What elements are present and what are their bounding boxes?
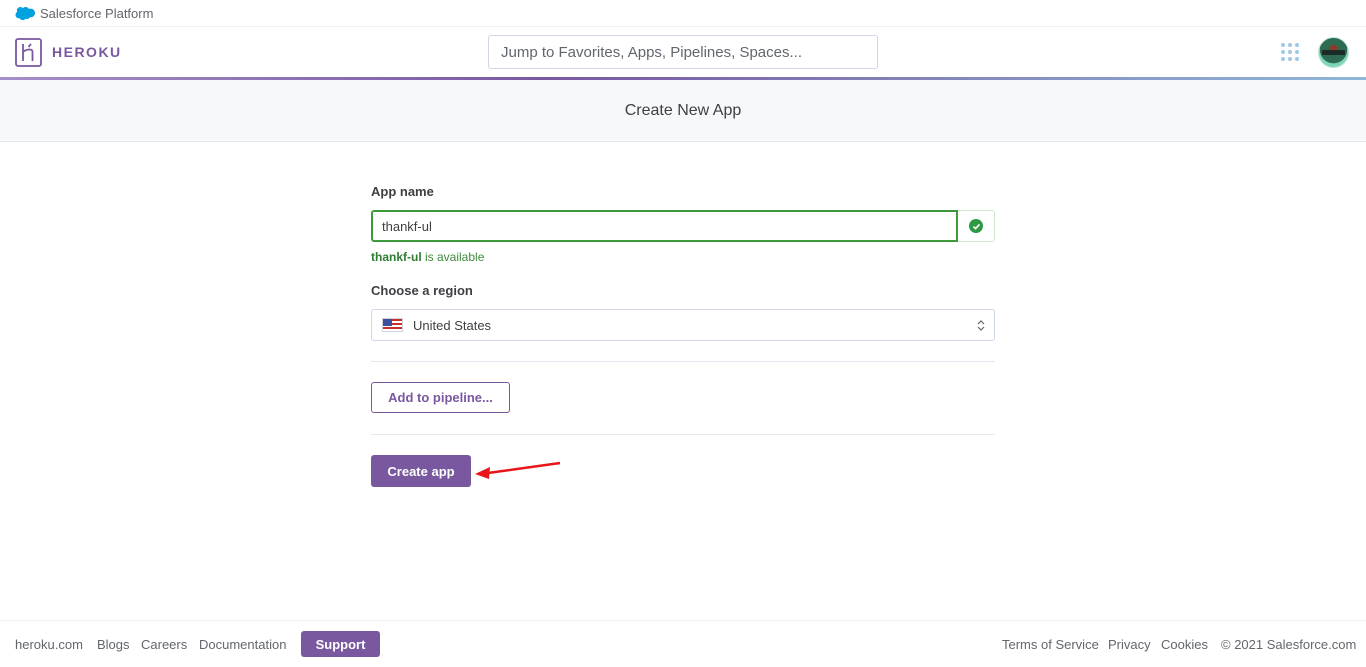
availability-message: thankf-ul is available: [371, 250, 484, 264]
app-name-field: [371, 210, 995, 242]
salesforce-cloud-icon: [15, 7, 35, 20]
red-arrow-annotation-icon: [475, 461, 561, 479]
availability-indicator: [958, 210, 995, 242]
footer-link-terms[interactable]: Terms of Service: [1002, 637, 1099, 652]
us-flag-icon: [382, 318, 403, 332]
region-select[interactable]: United States: [371, 309, 995, 341]
avatar[interactable]: [1318, 37, 1349, 68]
check-circle-icon: [969, 219, 983, 233]
select-updown-icon: [977, 320, 985, 331]
page-title: Create New App: [624, 101, 742, 119]
app-name-label: App name: [371, 184, 434, 199]
availability-app-name: thankf-ul: [371, 250, 422, 264]
page-title-band: Create New App: [0, 80, 1366, 142]
salesforce-platform-label: Salesforce Platform: [40, 5, 154, 21]
footer-link-privacy[interactable]: Privacy: [1108, 637, 1151, 652]
app-name-input[interactable]: [371, 210, 958, 242]
footer-link-careers[interactable]: Careers: [141, 637, 187, 652]
footer-link-heroku[interactable]: heroku.com: [15, 637, 83, 652]
salesforce-bar: Salesforce Platform: [0, 0, 1366, 27]
footer-link-blogs[interactable]: Blogs: [97, 637, 130, 652]
divider: [371, 361, 995, 362]
add-to-pipeline-button[interactable]: Add to pipeline...: [371, 382, 510, 413]
support-button[interactable]: Support: [301, 631, 380, 657]
search-input[interactable]: [488, 35, 878, 69]
apps-grid-icon[interactable]: [1281, 43, 1300, 62]
footer-link-cookies[interactable]: Cookies: [1161, 637, 1208, 652]
heroku-logo-icon[interactable]: [15, 38, 42, 67]
availability-suffix: is available: [421, 250, 485, 264]
region-label: Choose a region: [371, 283, 473, 298]
divider: [371, 434, 995, 435]
heroku-brand[interactable]: HEROKU: [52, 44, 122, 60]
region-value: United States: [413, 317, 492, 333]
create-app-button[interactable]: Create app: [371, 455, 471, 487]
footer-link-documentation[interactable]: Documentation: [199, 637, 286, 652]
footer-copyright: © 2021 Salesforce.com: [1221, 637, 1357, 652]
